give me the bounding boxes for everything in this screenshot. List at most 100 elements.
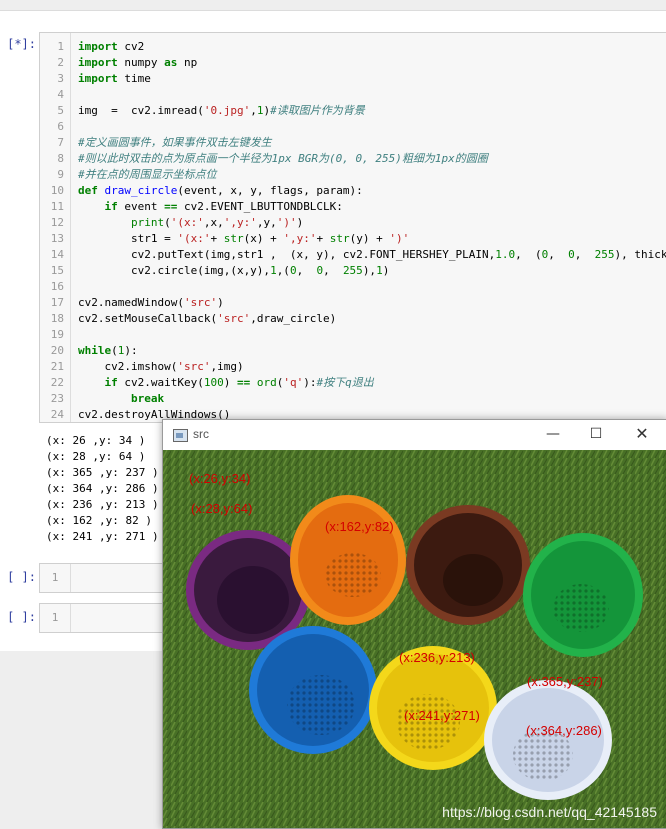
code-token: 255 xyxy=(594,248,615,261)
line-number: 22 xyxy=(50,376,64,389)
code-text: cv2.circle(img,(x,y),1,(0, 0, 255),1) xyxy=(78,263,389,279)
cell-prompt: [*]: xyxy=(7,37,36,51)
output-line: (x: 364 ,y: 286 ) xyxy=(46,482,159,495)
window-title: src xyxy=(193,427,209,441)
line-number: 13 xyxy=(50,232,64,245)
coordinate-label: (x:26,y:34) xyxy=(189,471,251,486)
code-token: ,y, xyxy=(256,216,277,229)
code-token: event xyxy=(117,200,165,213)
code-token: ,( xyxy=(276,264,290,277)
line-number: 4 xyxy=(57,88,64,101)
code-token: ,img) xyxy=(210,360,244,373)
minimize-icon[interactable]: — xyxy=(541,423,565,445)
code-token: as xyxy=(164,56,178,69)
line-number: 16 xyxy=(50,280,64,293)
code-token: import xyxy=(78,40,118,53)
output-line: (x: 28 ,y: 64 ) xyxy=(46,450,146,463)
code-token: 0 xyxy=(568,248,575,261)
code-token: cv2.circle(img,(x,y), xyxy=(78,264,271,277)
line-number: 9 xyxy=(57,168,64,181)
code-token: + xyxy=(210,232,224,245)
blue-pot xyxy=(249,626,377,754)
code-token: 1 xyxy=(376,264,383,277)
output-line: (x: 26 ,y: 34 ) xyxy=(46,434,146,447)
line-number: 1 xyxy=(40,604,71,632)
output-line: (x: 365 ,y: 237 ) xyxy=(46,466,159,479)
code-token: ): xyxy=(303,376,317,389)
code-token: ,x, xyxy=(203,216,224,229)
line-number: 5 xyxy=(57,104,64,117)
line-number: 23 xyxy=(50,392,64,405)
code-token: ): xyxy=(124,344,138,357)
opencv-window[interactable]: src — ☐ ✕ (x:26,y:34) (x:28,y:64) (x:162… xyxy=(162,419,666,829)
code-token: 0 xyxy=(289,264,297,277)
code-token: img = cv2.imread( xyxy=(78,104,204,117)
output-line: (x: 241 ,y: 271 ) xyxy=(46,530,159,543)
code-token: ( xyxy=(164,216,171,229)
code-token: #读取图片作为背景 xyxy=(270,104,365,117)
code-token: == xyxy=(164,200,178,213)
green-pot xyxy=(523,533,643,657)
code-token: , ( xyxy=(515,248,542,261)
code-token: cv2.setMouseCallback( xyxy=(78,312,218,325)
coordinate-label: (x:162,y:82) xyxy=(325,519,394,534)
code-token: ,draw_circle) xyxy=(250,312,337,325)
window-titlebar[interactable]: src — ☐ ✕ xyxy=(163,420,666,450)
code-token: str xyxy=(329,232,350,245)
code-text: cv2.setMouseCallback('src',draw_circle) xyxy=(78,311,336,327)
code-text: img = cv2.imread('0.jpg',1)#读取图片作为背景 xyxy=(78,103,365,119)
close-icon[interactable]: ✕ xyxy=(630,423,654,445)
line-number: 24 xyxy=(50,408,64,421)
code-text: import cv2 xyxy=(78,39,144,55)
coordinate-label: (x:364,y:286) xyxy=(526,723,602,738)
code-token: cv2.waitKey( xyxy=(117,376,204,389)
line-number: 1 xyxy=(40,564,71,592)
code-token: ord xyxy=(256,376,277,389)
code-token: 'q' xyxy=(283,376,304,389)
code-token: ')' xyxy=(276,216,297,229)
line-number: 17 xyxy=(50,296,64,309)
brown-pot xyxy=(406,505,530,625)
code-token: break xyxy=(130,392,165,405)
code-token: if xyxy=(104,376,118,389)
code-token: cv2.putText(img,str1 , (x, y), cv2.FONT_… xyxy=(78,248,496,261)
code-token: time xyxy=(117,72,151,85)
line-number: 15 xyxy=(50,264,64,277)
code-token: while xyxy=(78,344,112,357)
line-number: 7 xyxy=(57,136,64,149)
code-text: #定义画圆事件，如果事件双击左键发生 xyxy=(78,135,272,151)
code-token: , xyxy=(250,104,257,117)
code-token: ) xyxy=(217,296,224,309)
line-number: 2 xyxy=(57,56,64,69)
code-token: ( xyxy=(111,344,118,357)
code-token: #则以此时双击的点为原点画一个半径为1px BGR为(0, 0, 255)粗细为… xyxy=(78,152,488,165)
coordinate-label: (x:365,y:237) xyxy=(527,674,603,689)
orange-pot xyxy=(290,495,406,625)
code-token: cv2.namedWindow( xyxy=(78,296,184,309)
line-number: 14 xyxy=(50,248,64,261)
code-token: (y) + xyxy=(349,232,390,245)
coordinate-label: (x:236,y:213) xyxy=(399,650,475,665)
output-line: (x: 236 ,y: 213 ) xyxy=(46,498,159,511)
code-text: print('(x:',x,',y:',y,')') xyxy=(78,215,303,231)
code-token: draw_circle xyxy=(104,184,178,197)
code-cell[interactable]: 1 import cv2 2 import numpy as np 3 import ti… xyxy=(39,32,666,423)
code-text: cv2.namedWindow('src') xyxy=(78,295,224,311)
code-token: ')' xyxy=(389,232,410,245)
line-number: 20 xyxy=(50,344,64,357)
line-number: 11 xyxy=(50,200,64,213)
cell-prompt-empty: [ ]: xyxy=(7,610,36,624)
code-token: (x) + xyxy=(243,232,284,245)
code-token: (event, x, y, flags, param): xyxy=(177,184,363,197)
code-token: , xyxy=(296,264,317,277)
code-token: 100 xyxy=(203,376,224,389)
line-number: 12 xyxy=(50,216,64,229)
code-text: cv2.putText(img,str1 , (x, y), cv2.FONT_… xyxy=(78,247,666,263)
code-text: str1 = '(x:'+ str(x) + ',y:'+ str(y) + '… xyxy=(78,231,409,247)
code-token: np xyxy=(177,56,198,69)
maximize-icon[interactable]: ☐ xyxy=(584,423,608,445)
